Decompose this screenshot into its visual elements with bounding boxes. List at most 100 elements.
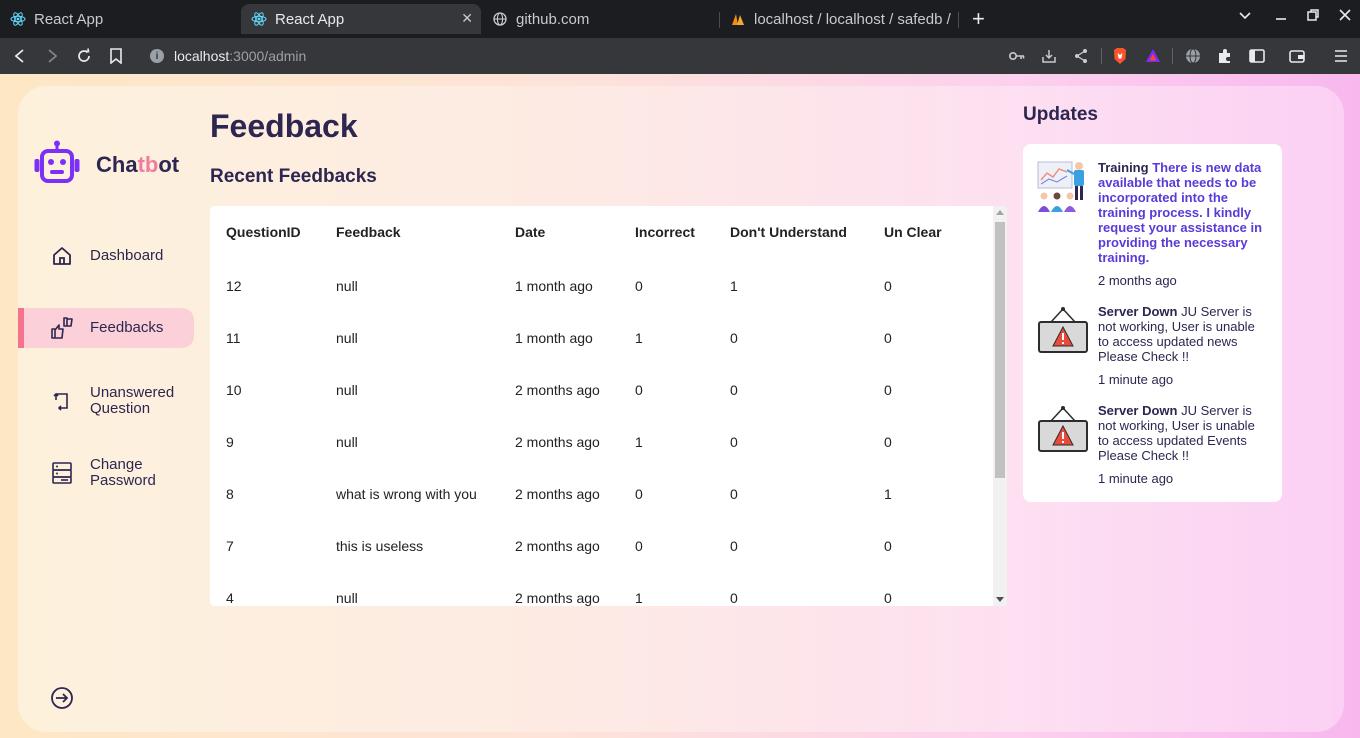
url-path: :3000/admin (229, 48, 307, 64)
maximize-icon[interactable] (1306, 8, 1320, 26)
dashboard-card: Chatbot Dashboard Feedbacks Unanswered Q… (18, 86, 1344, 732)
warning-sign-icon (1037, 306, 1089, 358)
cell-unclear: 0 (884, 538, 892, 554)
tab-react-app-2[interactable]: React App ✕ (241, 4, 481, 34)
install-icon[interactable] (1040, 47, 1058, 65)
address-bar[interactable]: i localhost:3000/admin (140, 41, 1100, 71)
column-header: Date (515, 224, 546, 240)
update-text: Server Down JU Server is not working, Us… (1098, 304, 1266, 364)
brave-rewards-icon[interactable] (1144, 47, 1162, 65)
cell-incorrect: 0 (635, 486, 643, 502)
server-icon (50, 461, 74, 485)
cell-unclear: 1 (884, 486, 892, 502)
scroll-up-arrow-icon[interactable] (996, 210, 1004, 215)
minimize-icon[interactable] (1274, 8, 1288, 26)
update-heading: Training (1098, 160, 1149, 175)
table-row[interactable]: 8 what is wrong with you 2 months ago 0 … (210, 486, 990, 506)
cell-dont-understand: 1 (730, 278, 738, 294)
bookmark-icon[interactable] (106, 46, 126, 66)
close-tab-icon[interactable]: ✕ (461, 10, 473, 27)
wallet-icon[interactable] (1288, 47, 1306, 65)
cell-feedback: null (336, 330, 358, 346)
table-row[interactable]: 11 null 1 month ago 1 0 0 (210, 330, 990, 350)
page-viewport: Chatbot Dashboard Feedbacks Unanswered Q… (0, 74, 1360, 738)
new-tab-button[interactable]: + (972, 8, 985, 30)
table-row[interactable]: 12 null 1 month ago 0 1 0 (210, 278, 990, 298)
update-heading: Server Down (1098, 403, 1178, 418)
sidebar-item-feedbacks[interactable]: Feedbacks (18, 308, 194, 348)
update-time: 1 minute ago (1098, 372, 1174, 387)
update-text: Training There is new data available tha… (1098, 160, 1266, 265)
cell-date: 2 months ago (515, 434, 600, 450)
sidebar-item-label: Dashboard (90, 247, 164, 264)
update-time: 1 minute ago (1098, 471, 1174, 486)
cell-feedback: null (336, 278, 358, 294)
cell-date: 2 months ago (515, 382, 600, 398)
sidebar-toggle-icon[interactable] (1248, 47, 1266, 65)
cell-dont-understand: 0 (730, 434, 738, 450)
url-host: localhost (174, 48, 230, 64)
table-row[interactable]: 10 null 2 months ago 0 0 0 (210, 382, 990, 402)
column-header: Incorrect (635, 224, 695, 240)
cell-incorrect: 0 (635, 278, 643, 294)
cell-dont-understand: 0 (730, 590, 738, 606)
cell-question-id: 7 (226, 538, 234, 554)
update-heading: Server Down (1098, 304, 1178, 319)
tab-phpmyadmin[interactable]: localhost / localhost / safedb / (720, 4, 958, 34)
brave-shield-icon[interactable] (1111, 47, 1129, 65)
sidebar-item-dashboard[interactable]: Dashboard (18, 242, 194, 270)
cell-unclear: 0 (884, 330, 892, 346)
menu-icon[interactable] (1332, 47, 1350, 65)
repeat-icon (50, 389, 74, 413)
column-header: QuestionID (226, 224, 301, 240)
share-icon[interactable] (1072, 47, 1090, 65)
column-header: Feedback (336, 224, 401, 240)
sidebar-item-label: Feedbacks (90, 319, 164, 336)
close-window-icon[interactable] (1338, 8, 1352, 26)
key-icon[interactable] (1008, 47, 1026, 65)
update-item: Server Down JU Server is not working, Us… (1037, 304, 1272, 388)
site-info-icon[interactable]: i (150, 49, 164, 63)
chatbot-logo[interactable]: Chatbot (34, 140, 179, 189)
forward-icon[interactable] (42, 46, 62, 66)
cell-dont-understand: 0 (730, 486, 738, 502)
section-title: Recent Feedbacks (210, 166, 377, 187)
table-scrollbar[interactable] (993, 206, 1007, 606)
reload-icon[interactable] (74, 46, 94, 66)
update-body: There is new data available that needs t… (1098, 160, 1263, 265)
scroll-down-arrow-icon[interactable] (996, 597, 1004, 602)
updates-panel: Training There is new data available tha… (1023, 144, 1282, 502)
toolbar-separator (1172, 48, 1173, 64)
tab-list-chevron-icon[interactable] (1238, 8, 1252, 26)
page-title: Feedback (210, 108, 358, 144)
logout-icon[interactable] (50, 686, 74, 710)
cell-date: 2 months ago (515, 486, 600, 502)
cell-question-id: 10 (226, 382, 242, 398)
cell-unclear: 0 (884, 434, 892, 450)
cell-question-id: 9 (226, 434, 234, 450)
sidebar-item-change-password[interactable]: Change Password (18, 456, 194, 490)
cell-date: 1 month ago (515, 278, 593, 294)
warning-sign-icon (1037, 405, 1089, 457)
tab-title: React App (275, 10, 345, 28)
back-icon[interactable] (10, 46, 30, 66)
tab-title: github.com (516, 10, 590, 28)
thumbs-icon (50, 316, 74, 340)
cell-date: 2 months ago (515, 590, 600, 606)
react-icon (10, 11, 26, 27)
cell-dont-understand: 0 (730, 538, 738, 554)
update-text: Server Down JU Server is not working, Us… (1098, 403, 1266, 463)
cell-feedback: null (336, 434, 358, 450)
table-row[interactable]: 9 null 2 months ago 1 0 0 (210, 434, 990, 454)
cell-incorrect: 0 (635, 538, 643, 554)
tab-react-app-1[interactable]: React App (0, 4, 240, 34)
tab-github[interactable]: github.com (482, 4, 718, 34)
table-row[interactable]: 4 null 2 months ago 1 0 0 (210, 590, 990, 606)
cell-date: 1 month ago (515, 330, 593, 346)
scroll-thumb[interactable] (995, 222, 1005, 478)
table-row[interactable]: 7 this is useless 2 months ago 0 0 0 (210, 538, 990, 558)
feedback-table[interactable]: QuestionID Feedback Date Incorrect Don't… (210, 206, 1007, 606)
sidebar-item-unanswered-question[interactable]: Unanswered Question (18, 384, 194, 418)
translate-globe-icon[interactable] (1184, 47, 1202, 65)
extensions-icon[interactable] (1216, 47, 1234, 65)
